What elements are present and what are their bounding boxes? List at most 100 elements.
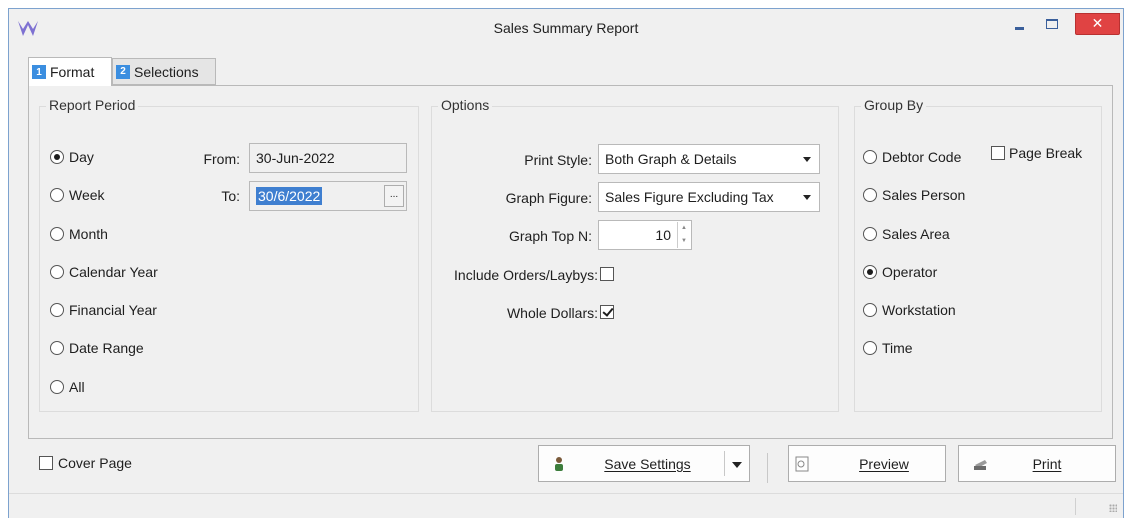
radio-indicator: [863, 150, 877, 164]
chevron-down-icon: [803, 195, 811, 200]
cover-page-label: Cover Page: [58, 455, 132, 471]
radio-label: Calendar Year: [69, 264, 158, 280]
tab-label: Format: [50, 64, 95, 80]
radio-sales-area[interactable]: Sales Area: [863, 226, 950, 242]
save-settings-button[interactable]: Save Settings: [538, 445, 750, 482]
print-style-value: Both Graph & Details: [605, 151, 737, 167]
preview-label: Preview: [859, 455, 909, 472]
chevron-down-icon[interactable]: [732, 462, 742, 468]
spin-buttons[interactable]: ▲ ▼: [677, 222, 690, 248]
radio-indicator: [863, 227, 877, 241]
radio-calendar-year[interactable]: Calendar Year: [50, 264, 158, 280]
options-title: Options: [438, 97, 493, 113]
radio-label: All: [69, 379, 85, 395]
spin-up-icon[interactable]: ▲: [678, 222, 690, 235]
preview-button[interactable]: Preview: [788, 445, 946, 482]
report-period-title: Report Period: [46, 97, 139, 113]
cover-page-checkbox[interactable]: Cover Page: [39, 455, 132, 471]
report-period-group: Report Period Day Week Month Calendar Ye…: [39, 97, 419, 412]
radio-week[interactable]: Week: [50, 187, 105, 203]
print-button[interactable]: Print: [958, 445, 1116, 482]
radio-label: Sales Area: [882, 226, 950, 242]
radio-day[interactable]: Day: [50, 149, 94, 165]
status-bar: [9, 493, 1123, 518]
graph-top-n-stepper[interactable]: 10 ▲ ▼: [598, 220, 692, 250]
spin-down-icon[interactable]: ▼: [678, 235, 690, 248]
radio-indicator: [863, 303, 877, 317]
preview-icon: [795, 456, 809, 472]
tab-number-badge: 1: [32, 65, 46, 79]
close-button[interactable]: ✕: [1075, 13, 1120, 35]
radio-label: Sales Person: [882, 187, 966, 203]
include-orders-label: Include Orders/Laybys:: [454, 267, 598, 283]
page-break-checkbox[interactable]: Page Break: [991, 145, 1082, 161]
radio-label: Date Range: [69, 340, 144, 356]
radio-workstation[interactable]: Workstation: [863, 302, 956, 318]
radio-label: Month: [69, 226, 108, 242]
radio-label: Operator: [882, 264, 938, 280]
split-divider: [724, 451, 725, 476]
from-date-field: 30-Jun-2022: [249, 143, 407, 173]
print-label: Print: [1032, 455, 1062, 472]
tab-selections[interactable]: 2 Selections: [112, 58, 216, 85]
window-title: Sales Summary Report: [493, 20, 639, 36]
maximize-button[interactable]: [1041, 13, 1063, 35]
radio-indicator: [50, 227, 64, 241]
radio-label: Week: [69, 187, 105, 203]
checkbox-indicator: [600, 267, 614, 281]
resize-grip-icon[interactable]: [1109, 504, 1117, 512]
print-style-dropdown[interactable]: Both Graph & Details: [598, 144, 820, 174]
button-separator: [767, 453, 768, 483]
tab-label: Selections: [134, 63, 199, 80]
radio-all[interactable]: All: [50, 379, 85, 395]
radio-label: Workstation: [882, 302, 956, 318]
include-orders-checkbox[interactable]: [600, 267, 614, 281]
radio-time[interactable]: Time: [863, 340, 913, 356]
radio-indicator: [50, 303, 64, 317]
to-label: To:: [221, 188, 240, 204]
minimize-button[interactable]: [1009, 13, 1031, 35]
whole-dollars-label: Whole Dollars:: [506, 305, 598, 321]
whole-dollars-checkbox[interactable]: [600, 305, 614, 319]
radio-indicator: [50, 188, 64, 202]
radio-indicator: [863, 188, 877, 202]
graph-figure-dropdown[interactable]: Sales Figure Excluding Tax: [598, 182, 820, 212]
close-icon: ✕: [1091, 15, 1104, 31]
user-settings-icon: [555, 457, 563, 471]
radio-indicator: [863, 265, 877, 279]
checkbox-indicator: [600, 305, 614, 319]
radio-operator[interactable]: Operator: [863, 264, 937, 280]
from-label: From:: [203, 151, 240, 167]
radio-indicator: [50, 265, 64, 279]
tab-number-badge: 2: [116, 64, 130, 79]
radio-financial-year[interactable]: Financial Year: [50, 302, 157, 318]
radio-month[interactable]: Month: [50, 226, 108, 242]
radio-indicator: [50, 341, 64, 355]
graph-top-n-label: Graph Top N:: [508, 228, 592, 244]
radio-indicator: [50, 380, 64, 394]
radio-label: Time: [882, 340, 913, 356]
graph-figure-label: Graph Figure:: [505, 190, 592, 206]
group-by-title: Group By: [861, 97, 927, 113]
title-bar: Sales Summary Report ✕: [9, 9, 1123, 49]
checkbox-indicator: [39, 456, 53, 470]
checkbox-indicator: [991, 146, 1005, 160]
radio-indicator: [863, 341, 877, 355]
tab-format[interactable]: 1 Format: [28, 57, 112, 86]
radio-label: Debtor Code: [882, 149, 962, 165]
sales-summary-report-window: Sales Summary Report ✕ 1 Format 2 Select…: [8, 8, 1124, 518]
to-date-field[interactable]: 30/6/2022 ...: [249, 181, 407, 211]
status-divider: [1075, 498, 1076, 515]
graph-top-n-value: 10: [655, 227, 671, 243]
date-picker-button[interactable]: ...: [384, 185, 404, 207]
radio-debtor-code[interactable]: Debtor Code: [863, 149, 961, 165]
radio-sales-person[interactable]: Sales Person: [863, 187, 965, 203]
print-style-label: Print Style:: [524, 152, 592, 168]
radio-label: Financial Year: [69, 302, 157, 318]
radio-indicator: [50, 150, 64, 164]
options-group: Options Print Style: Both Graph & Detail…: [431, 97, 839, 412]
format-tab-page: Report Period Day Week Month Calendar Ye…: [28, 85, 1113, 439]
graph-figure-value: Sales Figure Excluding Tax: [605, 189, 774, 205]
radio-date-range[interactable]: Date Range: [50, 340, 144, 356]
page-break-label: Page Break: [1009, 145, 1083, 161]
